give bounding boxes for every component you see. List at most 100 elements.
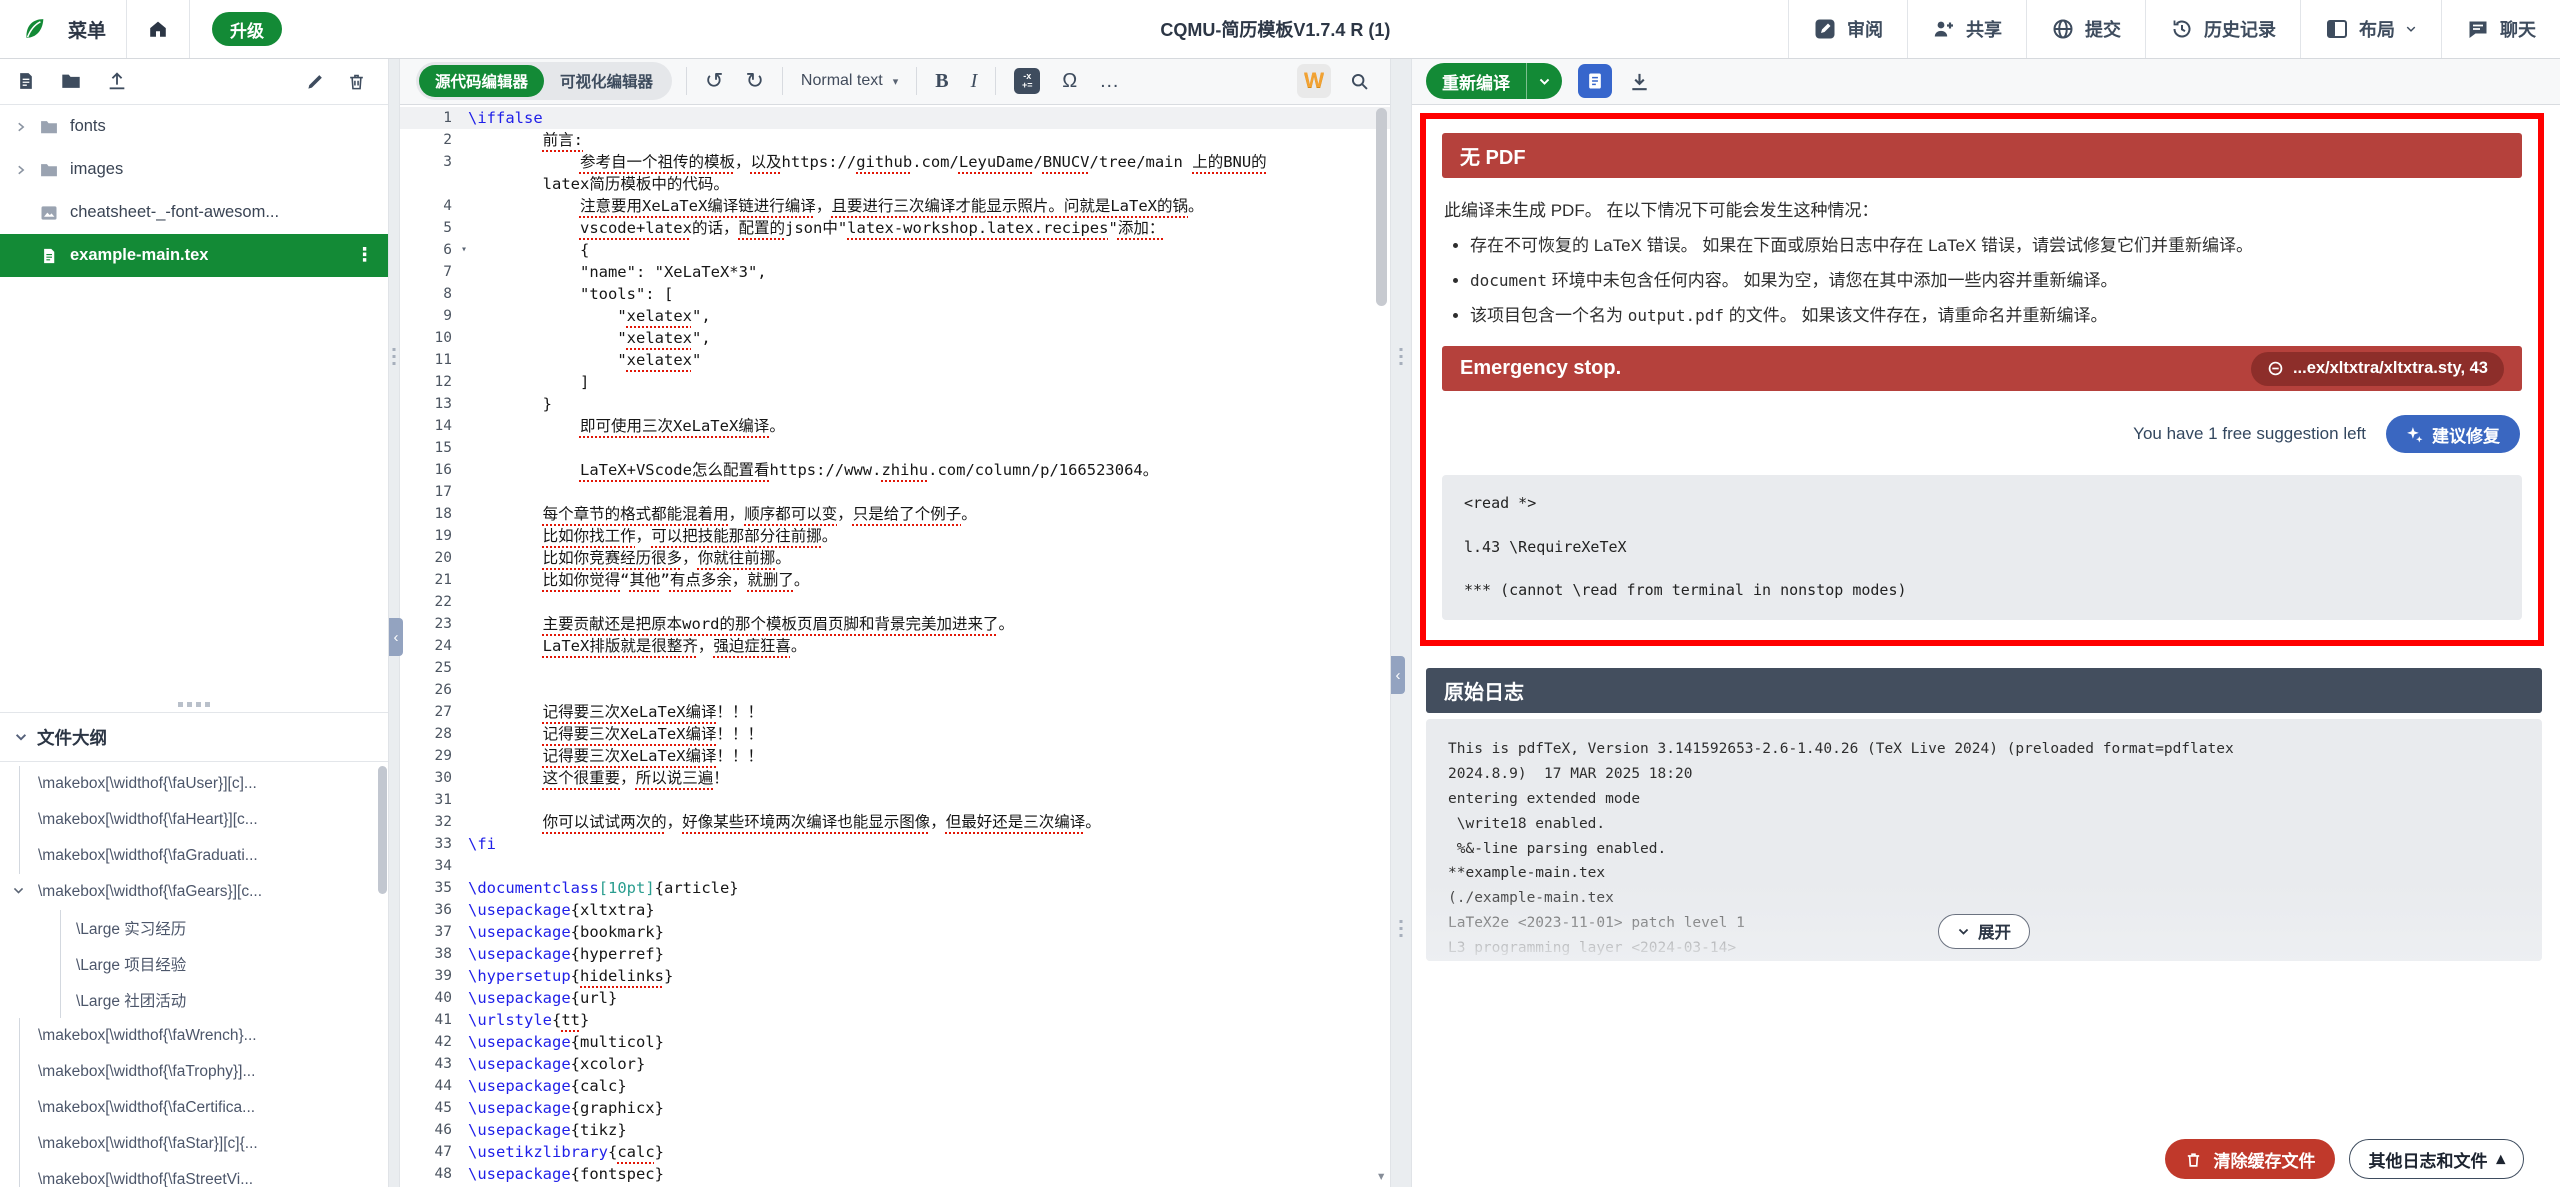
code-line[interactable]: 24 LaTeX排版就是很整齐，强迫症狂喜。: [400, 635, 1390, 657]
tree-item-fonts[interactable]: fonts: [0, 105, 388, 148]
tree-item-cheatsheet--font-awesom...[interactable]: cheatsheet-_-font-awesom...: [0, 191, 388, 234]
code-line[interactable]: 18 每个章节的格式都能混着用，顺序都可以变，只是给了个例子。: [400, 503, 1390, 525]
code-line[interactable]: 46\usepackage{tikz}: [400, 1119, 1390, 1141]
outline-item[interactable]: \makebox[\widthof{\faStreetVi...: [0, 1162, 388, 1187]
code-line[interactable]: 29 记得要三次XeLaTeX编译！！！: [400, 745, 1390, 767]
redo-button[interactable]: ↻: [741, 66, 767, 96]
code-line[interactable]: 13 }: [400, 393, 1390, 415]
recompile-options-button[interactable]: [1526, 63, 1562, 99]
tree-item-images[interactable]: images: [0, 148, 388, 191]
delete-button[interactable]: [347, 72, 366, 91]
rename-button[interactable]: [306, 72, 325, 91]
code-line[interactable]: 9 "xelatex",: [400, 305, 1390, 327]
code-line[interactable]: 25: [400, 657, 1390, 679]
code-line[interactable]: 37\usepackage{bookmark}: [400, 921, 1390, 943]
history-button[interactable]: 历史记录: [2145, 0, 2300, 58]
suggest-fix-button[interactable]: 建议修复: [2386, 415, 2520, 453]
insert-symbol-button[interactable]: Ω: [1058, 68, 1081, 95]
home-button[interactable]: [127, 0, 189, 58]
outline-item[interactable]: \makebox[\widthof{\faHeart}][c...: [0, 802, 388, 838]
code-line[interactable]: 2 前言:: [400, 129, 1390, 151]
code-line[interactable]: 19 比如你找工作，可以把技能那部分往前挪。: [400, 525, 1390, 547]
menu-button[interactable]: 菜单: [48, 0, 126, 58]
code-line[interactable]: 5 vscode+latex的话，配置的json中"latex-workshop…: [400, 217, 1390, 239]
code-line[interactable]: 23 主要贡献还是把原本word的那个模板页眉页脚和背景完美加进来了。: [400, 613, 1390, 635]
code-line[interactable]: 38\usepackage{hyperref}: [400, 943, 1390, 965]
code-line[interactable]: 17: [400, 481, 1390, 503]
code-line[interactable]: 32 你可以试试两次的，好像某些环境两次编译也能显示图像，但最好还是三次编译。: [400, 811, 1390, 833]
outline-header[interactable]: 文件大纲: [0, 712, 388, 762]
outline-item[interactable]: \makebox[\widthof{\faTrophy}]...: [0, 1054, 388, 1090]
outline-item[interactable]: \makebox[\widthof{\faGears}][c...: [0, 874, 388, 910]
code-line[interactable]: 45\usepackage{graphicx}: [400, 1097, 1390, 1119]
share-button[interactable]: 共享: [1907, 0, 2026, 58]
code-line[interactable]: 1\iffalse: [400, 107, 1390, 129]
writefull-button[interactable]: W: [1297, 64, 1331, 98]
undo-button[interactable]: ↺: [701, 66, 727, 96]
code-line[interactable]: 36\usepackage{xltxtra}: [400, 899, 1390, 921]
code-line[interactable]: 31: [400, 789, 1390, 811]
tree-item-example-main.tex[interactable]: example-main.tex⋮: [0, 234, 388, 277]
code-line[interactable]: 21 比如你觉得“其他”有点多余，就删了。: [400, 569, 1390, 591]
code-line[interactable]: 44\usepackage{calc}: [400, 1075, 1390, 1097]
code-line[interactable]: 39\hypersetup{hidelinks}: [400, 965, 1390, 987]
editor-scrollbar[interactable]: [1376, 108, 1387, 306]
outline-item[interactable]: \makebox[\widthof{\faWrench}...: [0, 1018, 388, 1054]
tab-visual-editor[interactable]: 可视化编辑器: [544, 65, 669, 97]
code-line[interactable]: latex简历模板中的代码。: [400, 173, 1390, 195]
chat-button[interactable]: 聊天: [2441, 0, 2560, 58]
outline-item[interactable]: \makebox[\widthof{\faStar}][c]{...: [0, 1126, 388, 1162]
collapse-editor-tab[interactable]: ‹: [1391, 656, 1405, 694]
code-line[interactable]: 28 记得要三次XeLaTeX编译！！！: [400, 723, 1390, 745]
code-line[interactable]: 12 ]: [400, 371, 1390, 393]
chevron-right-icon[interactable]: [14, 121, 28, 133]
submit-button[interactable]: 提交: [2026, 0, 2145, 58]
outline-item[interactable]: \makebox[\widthof{\faCertifica...: [0, 1090, 388, 1126]
code-line[interactable]: 34: [400, 855, 1390, 877]
outline-splitter[interactable]: [0, 698, 388, 712]
code-line[interactable]: 10 "xelatex",: [400, 327, 1390, 349]
new-folder-button[interactable]: [60, 70, 82, 92]
upgrade-button[interactable]: 升级: [212, 12, 282, 46]
view-logs-toggle-button[interactable]: [1578, 64, 1612, 98]
download-pdf-button[interactable]: [1628, 70, 1651, 93]
outline-item[interactable]: \Large 实习经历: [0, 910, 388, 946]
code-line[interactable]: 6▾ {: [400, 239, 1390, 261]
tab-source-editor[interactable]: 源代码编辑器: [419, 65, 544, 97]
scroll-down-icon[interactable]: ▾: [1376, 1166, 1386, 1185]
code-line[interactable]: 42\usepackage{multicol}: [400, 1031, 1390, 1053]
other-logs-button[interactable]: 其他日志和文件 ▴: [2349, 1139, 2524, 1179]
code-line[interactable]: 35\documentclass[10pt]{article}: [400, 877, 1390, 899]
review-button[interactable]: 审阅: [1788, 0, 1907, 58]
more-tools-button[interactable]: …: [1095, 68, 1123, 95]
outline-item[interactable]: \Large 项目经验: [0, 946, 388, 982]
sidebar-resize-rail[interactable]: ‹: [388, 58, 400, 1187]
code-line[interactable]: 47\usetikzlibrary{calc}: [400, 1141, 1390, 1163]
code-line[interactable]: 40\usepackage{url}: [400, 987, 1390, 1009]
outline-item[interactable]: \makebox[\widthof{\faUser}][c]...: [0, 766, 388, 802]
code-line[interactable]: 43\usepackage{xcolor}: [400, 1053, 1390, 1075]
chevron-right-icon[interactable]: [14, 164, 28, 176]
code-line[interactable]: 27 记得要三次XeLaTeX编译！！！: [400, 701, 1390, 723]
new-file-button[interactable]: [16, 71, 36, 91]
code-line[interactable]: 8 "tools": [: [400, 283, 1390, 305]
code-line[interactable]: 16 LaTeX+VScode怎么配置看https://www.zhihu.co…: [400, 459, 1390, 481]
file-menu-kebab-icon[interactable]: ⋮: [355, 244, 388, 267]
code-line[interactable]: 11 "xelatex": [400, 349, 1390, 371]
paragraph-format-dropdown[interactable]: Normal text ▾: [797, 70, 902, 92]
code-line[interactable]: 14 即可使用三次XeLaTeX编译。: [400, 415, 1390, 437]
fold-caret-icon[interactable]: ▾: [461, 239, 467, 261]
insert-math-button[interactable]: -x+=: [1010, 66, 1044, 96]
search-button[interactable]: [1345, 69, 1374, 94]
outline-item[interactable]: \Large 社团活动: [0, 982, 388, 1018]
bold-button[interactable]: B: [931, 68, 952, 95]
layout-button[interactable]: 布局: [2300, 0, 2441, 58]
code-line[interactable]: 26: [400, 679, 1390, 701]
code-line[interactable]: 30 这个很重要，所以说三遍！: [400, 767, 1390, 789]
italic-button[interactable]: I: [967, 68, 982, 95]
code-line[interactable]: 3 参考自一个祖传的模板，以及https://github.com/LeyuDa…: [400, 151, 1390, 173]
chevron-down-icon[interactable]: [12, 884, 25, 897]
code-line[interactable]: 20 比如你竞赛经历很多，你就往前挪。: [400, 547, 1390, 569]
error-source-link[interactable]: ...ex/xltxtra/xltxtra.sty, 43: [2251, 352, 2504, 386]
expand-log-button[interactable]: 展开: [1938, 914, 2030, 949]
